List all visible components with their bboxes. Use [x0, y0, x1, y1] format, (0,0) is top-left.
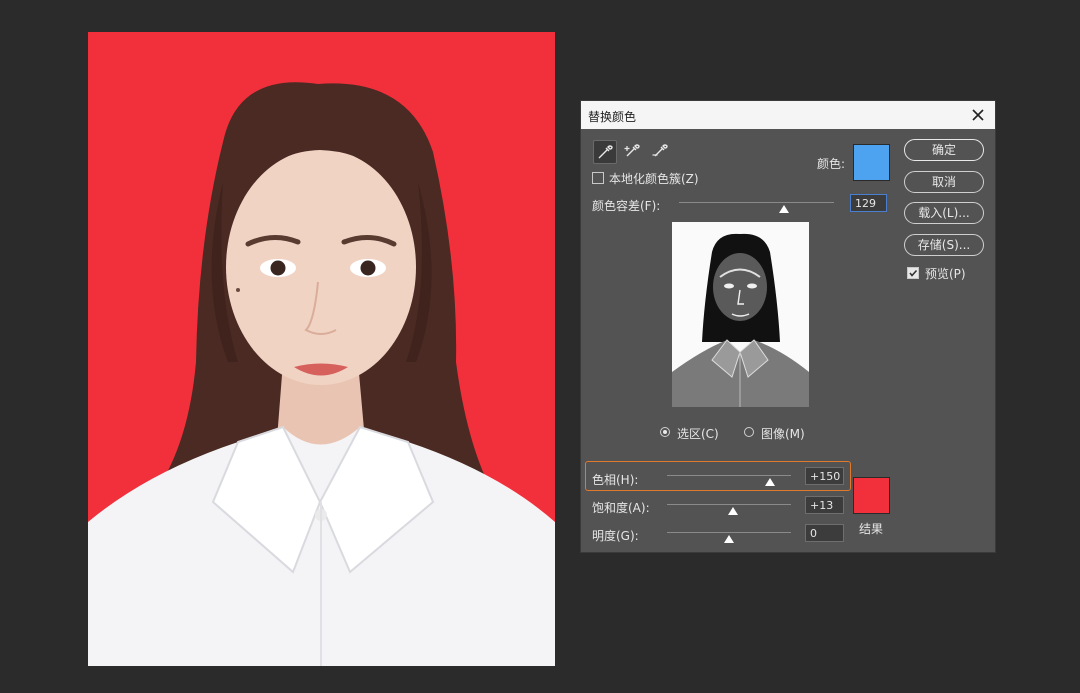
dialog-titlebar[interactable]: 替换颜色 — [581, 101, 995, 129]
source-color-swatch[interactable] — [853, 144, 890, 181]
ok-button[interactable]: 确定 — [904, 139, 984, 161]
selection-preview — [672, 222, 809, 407]
lightness-input[interactable]: 0 — [805, 524, 844, 542]
dialog-title: 替换颜色 — [588, 110, 637, 124]
preview-checkbox[interactable] — [907, 267, 919, 279]
saturation-slider-thumb[interactable] — [727, 507, 738, 515]
localized-clusters-checkbox[interactable] — [592, 172, 604, 184]
portrait-image — [88, 82, 555, 666]
selection-radio-label: 选区(C) — [677, 427, 719, 441]
selection-radio[interactable] — [660, 427, 670, 437]
close-icon[interactable] — [967, 104, 989, 126]
eyedropper-icon[interactable] — [593, 140, 617, 164]
canvas-photo — [88, 32, 555, 666]
fuzziness-slider-thumb[interactable] — [779, 205, 790, 213]
fuzziness-input[interactable]: 129 — [850, 194, 887, 212]
lightness-label: 明度(G): — [592, 529, 639, 543]
selection-mask-image — [672, 222, 809, 407]
saturation-label: 饱和度(A): — [592, 501, 650, 515]
image-radio[interactable] — [744, 427, 754, 437]
localized-clusters-label: 本地化颜色簇(Z) — [609, 172, 699, 186]
saturation-slider-track[interactable] — [667, 504, 791, 505]
fuzziness-label: 颜色容差(F): — [592, 199, 661, 213]
eyedropper-minus-icon[interactable] — [649, 140, 671, 162]
hue-label: 色相(H): — [592, 473, 639, 487]
result-color-swatch[interactable] — [853, 477, 890, 514]
saturation-input[interactable]: +13 — [805, 496, 844, 514]
lightness-slider-thumb[interactable] — [724, 535, 734, 543]
image-radio-label: 图像(M) — [761, 427, 805, 441]
load-button[interactable]: 载入(L)... — [904, 202, 984, 224]
fuzziness-slider-track[interactable] — [679, 202, 834, 203]
lightness-slider-track[interactable] — [667, 532, 791, 533]
replace-color-dialog: 替换颜色 颜色: 本地化颜色簇(Z) 颜色容差(F): 129 选区(C) 图像… — [581, 101, 995, 552]
cancel-button[interactable]: 取消 — [904, 171, 984, 193]
preview-checkbox-label: 预览(P) — [925, 267, 966, 281]
hue-input[interactable]: +150 — [805, 467, 844, 485]
hue-slider-track[interactable] — [667, 475, 791, 476]
hue-slider-thumb[interactable] — [764, 478, 775, 486]
eyedropper-plus-icon[interactable] — [621, 140, 643, 162]
save-button[interactable]: 存储(S)... — [904, 234, 984, 256]
color-label: 颜色: — [817, 157, 846, 171]
result-label: 结果 — [859, 522, 884, 536]
